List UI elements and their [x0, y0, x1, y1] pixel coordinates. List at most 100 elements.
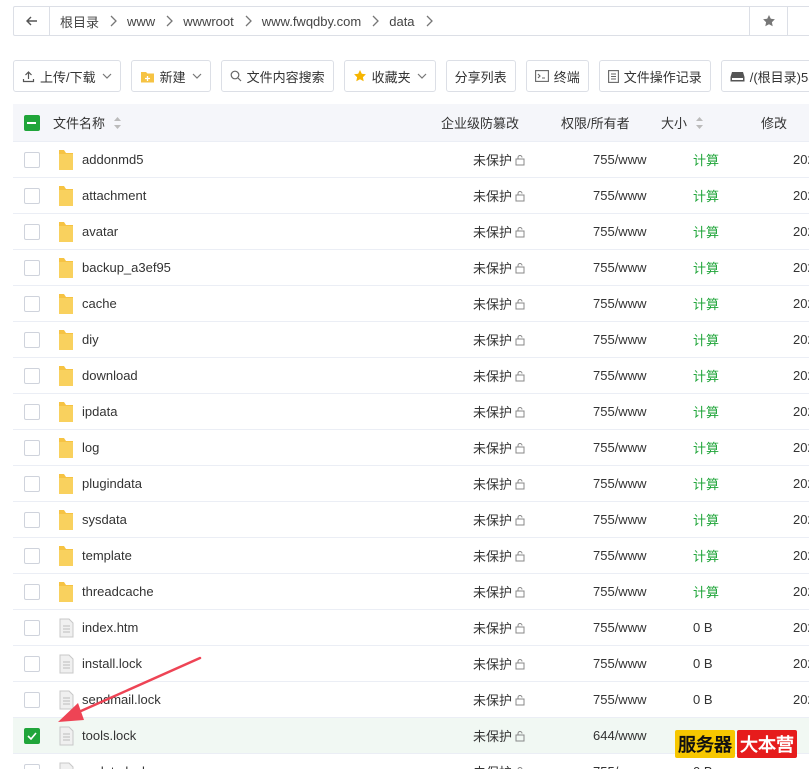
protect-status[interactable]: 未保护: [473, 690, 593, 709]
row-checkbox[interactable]: [23, 259, 40, 276]
file-name[interactable]: update.lock: [82, 764, 473, 769]
table-row[interactable]: download未保护 755/www计算202: [13, 358, 809, 394]
protect-status[interactable]: 未保护: [473, 726, 593, 745]
terminal-button[interactable]: 终端: [525, 60, 589, 92]
crumb-root[interactable]: 根目录: [50, 12, 109, 31]
file-name[interactable]: avatar: [82, 224, 473, 239]
row-checkbox[interactable]: [23, 475, 40, 492]
table-row[interactable]: ipdata未保护 755/www计算202: [13, 394, 809, 430]
file-name[interactable]: sysdata: [82, 512, 473, 527]
row-checkbox[interactable]: [23, 439, 40, 456]
table-row[interactable]: backup_a3ef95未保护 755/www计算202: [13, 250, 809, 286]
row-checkbox[interactable]: [23, 655, 40, 672]
row-checkbox[interactable]: [23, 547, 40, 564]
permission[interactable]: 755/www: [593, 692, 693, 707]
protect-status[interactable]: 未保护: [473, 330, 593, 349]
permission[interactable]: 755/www: [593, 476, 693, 491]
row-checkbox[interactable]: [23, 331, 40, 348]
permission[interactable]: 755/www: [593, 512, 693, 527]
refresh-button[interactable]: [787, 7, 809, 35]
file-size[interactable]: 计算: [693, 186, 793, 205]
file-name[interactable]: cache: [82, 296, 473, 311]
protect-status[interactable]: 未保护: [473, 366, 593, 385]
file-size[interactable]: 计算: [693, 222, 793, 241]
file-name[interactable]: install.lock: [82, 656, 473, 671]
file-size[interactable]: 计算: [693, 294, 793, 313]
file-size[interactable]: 计算: [693, 330, 793, 349]
table-row[interactable]: diy未保护 755/www计算202: [13, 322, 809, 358]
file-size[interactable]: 计算: [693, 474, 793, 493]
file-name[interactable]: attachment: [82, 188, 473, 203]
header-name[interactable]: 文件名称: [50, 113, 441, 132]
protect-status[interactable]: 未保护: [473, 546, 593, 565]
crumb-www[interactable]: www: [117, 14, 165, 29]
protect-status[interactable]: 未保护: [473, 294, 593, 313]
protect-status[interactable]: 未保护: [473, 222, 593, 241]
permission[interactable]: 755/www: [593, 188, 693, 203]
permission[interactable]: 755/: [593, 764, 693, 769]
row-checkbox[interactable]: [23, 763, 40, 769]
file-size[interactable]: 计算: [693, 510, 793, 529]
table-row[interactable]: threadcache未保护 755/www计算202: [13, 574, 809, 610]
file-name[interactable]: download: [82, 368, 473, 383]
file-size[interactable]: 计算: [693, 150, 793, 169]
file-name[interactable]: template: [82, 548, 473, 563]
permission[interactable]: 755/www: [593, 260, 693, 275]
file-size[interactable]: 计算: [693, 546, 793, 565]
table-row[interactable]: log未保护 755/www计算202: [13, 430, 809, 466]
back-button[interactable]: [14, 7, 50, 35]
file-size[interactable]: 计算: [693, 366, 793, 385]
crumb-site[interactable]: www.fwqdby.com: [252, 14, 371, 29]
upload-download-button[interactable]: 上传/下载: [13, 60, 121, 92]
row-checkbox[interactable]: [23, 583, 40, 600]
crumb-data[interactable]: data: [379, 14, 424, 29]
row-checkbox[interactable]: [23, 295, 40, 312]
row-checkbox[interactable]: [23, 511, 40, 528]
file-name[interactable]: addonmd5: [82, 152, 473, 167]
file-name[interactable]: log: [82, 440, 473, 455]
file-size[interactable]: 计算: [693, 258, 793, 277]
permission[interactable]: 755/www: [593, 404, 693, 419]
table-row[interactable]: cache未保护 755/www计算202: [13, 286, 809, 322]
table-row[interactable]: sendmail.lock未保护 755/www0 B 202: [13, 682, 809, 718]
permission[interactable]: 755/www: [593, 584, 693, 599]
file-name[interactable]: tools.lock: [82, 728, 473, 743]
crumb-wwwroot[interactable]: wwwroot: [173, 14, 244, 29]
protect-status[interactable]: 未保护: [473, 510, 593, 529]
table-row[interactable]: index.htm未保护 755/www0 B 202: [13, 610, 809, 646]
permission[interactable]: 755/www: [593, 368, 693, 383]
favorite-button[interactable]: [749, 7, 787, 35]
file-size[interactable]: 计算: [693, 438, 793, 457]
permission[interactable]: 755/www: [593, 620, 693, 635]
new-button[interactable]: 新建: [130, 60, 211, 92]
protect-status[interactable]: 未保护: [473, 186, 593, 205]
permission[interactable]: 755/www: [593, 656, 693, 671]
row-checkbox[interactable]: [23, 691, 40, 708]
protect-status[interactable]: 未保护: [473, 762, 593, 769]
disk-button[interactable]: /(根目录)53.55: [720, 60, 809, 92]
table-row[interactable]: sysdata未保护 755/www计算202: [13, 502, 809, 538]
select-all-checkbox[interactable]: [23, 114, 40, 131]
favorites-button[interactable]: 收藏夹: [343, 60, 436, 92]
file-size[interactable]: 计算: [693, 582, 793, 601]
table-row[interactable]: avatar未保护 755/www计算202: [13, 214, 809, 250]
row-checkbox[interactable]: [23, 619, 40, 636]
file-name[interactable]: ipdata: [82, 404, 473, 419]
table-row[interactable]: plugindata未保护 755/www计算202: [13, 466, 809, 502]
protect-status[interactable]: 未保护: [473, 654, 593, 673]
protect-status[interactable]: 未保护: [473, 474, 593, 493]
row-checkbox[interactable]: [23, 403, 40, 420]
protect-status[interactable]: 未保护: [473, 402, 593, 421]
protect-status[interactable]: 未保护: [473, 150, 593, 169]
protect-status[interactable]: 未保护: [473, 438, 593, 457]
row-checkbox[interactable]: [23, 367, 40, 384]
table-row[interactable]: template未保护 755/www计算202: [13, 538, 809, 574]
content-search-button[interactable]: 文件内容搜索: [220, 60, 334, 92]
row-checkbox[interactable]: [23, 727, 40, 744]
protect-status[interactable]: 未保护: [473, 582, 593, 601]
header-size[interactable]: 大小: [661, 113, 761, 132]
permission[interactable]: 755/www: [593, 440, 693, 455]
table-row[interactable]: install.lock未保护 755/www0 B 202: [13, 646, 809, 682]
permission[interactable]: 755/www: [593, 224, 693, 239]
protect-status[interactable]: 未保护: [473, 258, 593, 277]
